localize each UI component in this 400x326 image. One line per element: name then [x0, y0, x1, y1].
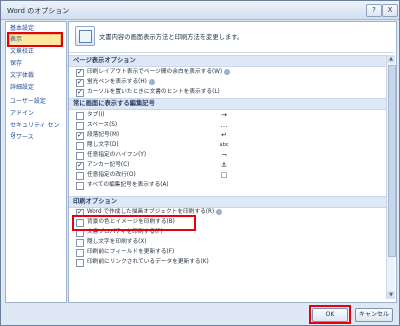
sidebar-item-advanced[interactable]: 詳細設定 [10, 83, 62, 93]
sidebar-item-label: ユーザー設定 [10, 98, 46, 105]
options-dialog: Word のオプション ? X 基本設定 表示 文章校正 保存 文字体裁 詳細設… [0, 0, 400, 326]
checkbox[interactable] [76, 182, 84, 190]
highlight-frame-background-option [72, 215, 196, 231]
options-panel: 文書内容の画面表示方法と印刷方法を変更します。 ページ表示オプション 印刷レイア… [68, 21, 397, 303]
option-optional-breaks[interactable]: 任意指定の改行(O) □ [76, 171, 227, 180]
section-format-marks: 常に画面に表示する編集記号 [69, 98, 394, 110]
sidebar-item-addins[interactable]: アドイン [10, 109, 62, 119]
option-paragraph-marks[interactable]: 段落記号(M) ↵ [76, 131, 227, 140]
help-button[interactable]: ? [366, 4, 382, 17]
checkbox[interactable] [76, 78, 84, 87]
info-icon: ⓘ [148, 78, 155, 85]
option-show-all-marks[interactable]: すべての編集記号を表示する(A) [76, 181, 169, 190]
window-title: Word のオプション [7, 7, 70, 15]
option-label: アンカー記号(C) [87, 162, 130, 168]
option-label: 印刷レイアウト表示でページ間の余白を表示する(W) [87, 69, 223, 75]
checkbox[interactable] [76, 172, 84, 180]
checkbox[interactable] [76, 259, 84, 267]
header-separator [69, 52, 394, 53]
paragraph-mark-icon: ↵ [221, 131, 227, 139]
scroll-thumb[interactable] [388, 65, 396, 257]
info-icon: ⓘ [216, 208, 223, 215]
sidebar-item-proofing[interactable]: 文章校正 [10, 47, 62, 57]
sidebar-item-label: 文字体裁 [10, 72, 35, 79]
sidebar-item-customize[interactable]: ユーザー設定 [10, 97, 62, 107]
checkbox[interactable] [76, 142, 84, 150]
display-options-icon [75, 26, 95, 46]
sidebar-item-trust-center[interactable]: セキュリティ センター [10, 121, 62, 139]
checkbox[interactable] [76, 131, 84, 140]
sidebar-item-resources[interactable]: リソース [10, 133, 62, 143]
section-page-display: ページ表示オプション [69, 55, 394, 67]
sidebar-item-label: アドイン [10, 110, 35, 117]
option-update-fields[interactable]: 印刷前にフィールドを更新する(F) [76, 248, 175, 257]
option-label: 蛍光ペンを表示する(H) [87, 79, 147, 85]
checkbox[interactable] [76, 68, 84, 77]
option-update-linked-data[interactable]: 印刷前にリンクされているデータを更新する(K) [76, 258, 209, 267]
info-icon: ⓘ [224, 68, 231, 75]
option-page-spacing[interactable]: 印刷レイアウト表示でページ間の余白を表示する(W)ⓘ [76, 68, 231, 77]
option-highlighter[interactable]: 蛍光ペンを表示する(H)ⓘ [76, 78, 155, 87]
scroll-up-icon[interactable]: ▲ [387, 55, 395, 63]
sidebar-item-label: 基本設定 [10, 25, 35, 32]
option-label: タブ(I) [87, 112, 105, 118]
checkbox[interactable] [76, 239, 84, 247]
hyphen-symbol-icon: ¬ [221, 151, 227, 159]
option-label: 印刷前にフィールドを更新する(F) [87, 249, 175, 255]
space-symbol-icon: … [220, 121, 228, 129]
sidebar-item-label: 文章校正 [10, 48, 35, 55]
option-document-tooltips[interactable]: カーソルを置いたときに文書のヒントを表示する(L) [76, 88, 220, 97]
highlight-frame-ok [309, 305, 351, 324]
dialog-client: 基本設定 表示 文章校正 保存 文字体裁 詳細設定 ユーザー設定 アドイン セキ… [5, 21, 397, 324]
cancel-button[interactable]: キャンセル [355, 308, 393, 322]
sidebar: 基本設定 表示 文章校正 保存 文字体裁 詳細設定 ユーザー設定 アドイン セキ… [5, 21, 67, 303]
checkbox[interactable] [76, 112, 84, 120]
option-label: 隠し文字を印刷する(X) [87, 239, 147, 245]
option-label: スペース(S) [87, 122, 118, 128]
sidebar-item-label: リソース [10, 134, 34, 141]
option-label: すべての編集記号を表示する(A) [87, 182, 169, 188]
option-object-anchors[interactable]: アンカー記号(C) ⚓ [76, 161, 227, 170]
break-symbol-icon: □ [220, 171, 228, 179]
section-printing: 印刷オプション [69, 196, 394, 208]
close-button[interactable]: X [382, 4, 398, 17]
header-text: 文書内容の画面表示方法と印刷方法を変更します。 [99, 34, 244, 41]
checkbox[interactable] [76, 249, 84, 257]
checkbox[interactable] [76, 161, 84, 170]
option-label: 隠し文字(D) [87, 142, 119, 148]
sidebar-item-save[interactable]: 保存 [10, 59, 62, 69]
option-label: 段落記号(M) [87, 132, 120, 138]
checkbox[interactable] [76, 122, 84, 130]
title-bar: Word のオプション ? X [1, 1, 399, 20]
sidebar-item-label: 保存 [10, 60, 23, 67]
sidebar-item-typography[interactable]: 文字体裁 [10, 71, 62, 81]
hidden-text-icon: abc [219, 142, 229, 148]
option-label: 任意指定の改行(O) [87, 172, 136, 178]
sidebar-item-label: 詳細設定 [10, 84, 35, 91]
option-print-hidden-text[interactable]: 隠し文字を印刷する(X) [76, 238, 147, 247]
highlight-frame-sidebar [7, 32, 63, 47]
option-optional-hyphens[interactable]: 任意指定のハイフン(Y) ¬ [76, 151, 227, 160]
tab-symbol-icon: → [221, 111, 227, 119]
option-label: カーソルを置いたときに文書のヒントを表示する(L) [87, 89, 220, 95]
option-hidden-text[interactable]: 隠し文字(D) abc [76, 141, 229, 150]
vertical-scrollbar[interactable]: ▲ ▼ [386, 55, 396, 299]
option-label: 任意指定のハイフン(Y) [87, 152, 147, 158]
option-spaces[interactable]: スペース(S) … [76, 121, 228, 130]
checkbox[interactable] [76, 152, 84, 160]
option-tabs[interactable]: タブ(I) → [76, 111, 227, 120]
anchor-icon: ⚓ [220, 161, 228, 169]
option-label: 印刷前にリンクされているデータを更新する(K) [87, 259, 209, 265]
scroll-down-icon[interactable]: ▼ [387, 291, 395, 299]
checkbox[interactable] [76, 88, 84, 97]
